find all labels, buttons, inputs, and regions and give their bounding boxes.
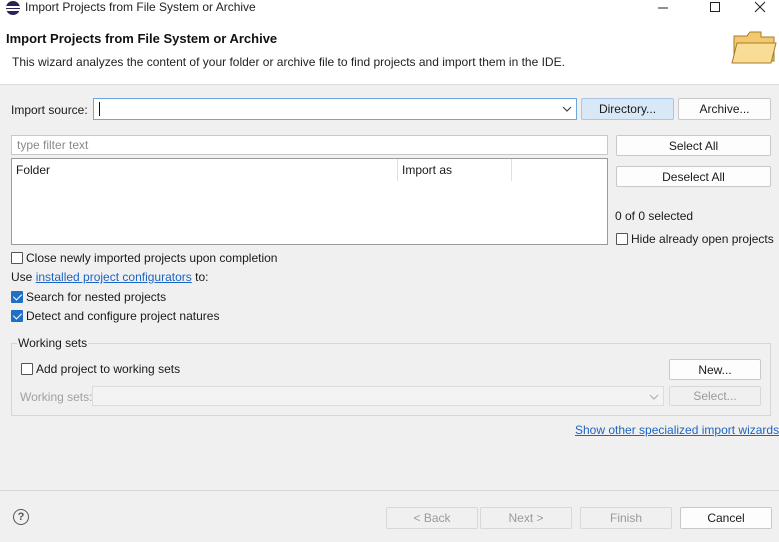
archive-button[interactable]: Archive...	[678, 98, 771, 120]
eclipse-icon	[6, 1, 20, 15]
close-button[interactable]	[737, 0, 779, 14]
wizard-header	[0, 16, 779, 85]
select-working-set-button[interactable]: Select...	[669, 386, 761, 406]
close-newly-checkbox[interactable]	[11, 252, 23, 264]
select-all-button[interactable]: Select All	[616, 135, 771, 156]
folder-icon	[731, 31, 777, 64]
column-header-folder[interactable]: Folder	[12, 159, 398, 181]
working-sets-label: Working sets:	[20, 390, 93, 404]
close-newly-label[interactable]: Close newly imported projects upon compl…	[26, 251, 277, 265]
directory-button[interactable]: Directory...	[581, 98, 674, 120]
working-sets-combo[interactable]	[92, 386, 664, 406]
use-prefix: Use	[11, 270, 36, 284]
minimize-button[interactable]	[640, 0, 686, 14]
search-nested-checkbox[interactable]	[11, 291, 23, 303]
hide-open-label[interactable]: Hide already open projects	[631, 232, 774, 246]
window-title: Import Projects from File System or Arch…	[25, 0, 256, 14]
page-description: This wizard analyzes the content of your…	[12, 55, 565, 69]
import-source-label: Import source:	[11, 103, 88, 117]
add-to-working-sets-label[interactable]: Add project to working sets	[36, 362, 180, 376]
detect-configure-checkbox[interactable]	[11, 310, 23, 322]
maximize-icon	[710, 2, 720, 12]
chevron-down-icon[interactable]	[562, 104, 572, 114]
configurators-line: Use installed project configurators to:	[11, 270, 208, 284]
configurators-link[interactable]: installed project configurators	[36, 270, 192, 284]
chevron-down-icon	[649, 394, 659, 400]
deselect-all-button[interactable]: Deselect All	[616, 166, 771, 187]
detect-configure-label[interactable]: Detect and configure project natures	[26, 309, 219, 323]
back-button[interactable]: < Back	[386, 507, 478, 529]
column-header-import-as[interactable]: Import as	[398, 159, 512, 181]
add-to-working-sets-checkbox[interactable]	[21, 363, 33, 375]
hide-open-checkbox[interactable]	[616, 233, 628, 245]
column-import-as-label: Import as	[402, 163, 453, 177]
maximize-button[interactable]	[692, 0, 738, 14]
selection-count: 0 of 0 selected	[615, 209, 694, 223]
filter-input[interactable]: type filter text	[11, 135, 608, 155]
help-icon[interactable]: ?	[13, 509, 29, 525]
finish-button[interactable]: Finish	[580, 507, 672, 529]
projects-table[interactable]: Folder Import as	[11, 158, 608, 245]
column-folder-label: Folder	[16, 163, 51, 177]
use-suffix: to:	[191, 270, 209, 284]
search-nested-label[interactable]: Search for nested projects	[26, 290, 166, 304]
text-cursor	[99, 102, 100, 116]
working-sets-title: Working sets	[17, 336, 89, 350]
specialized-wizards-link[interactable]: Show other specialized import wizards	[575, 423, 779, 437]
page-title: Import Projects from File System or Arch…	[6, 31, 278, 46]
minimize-icon	[658, 7, 668, 9]
import-source-combo[interactable]	[93, 98, 577, 120]
close-icon	[754, 1, 766, 13]
new-working-set-button[interactable]: New...	[669, 359, 761, 380]
filter-placeholder: type filter text	[17, 138, 89, 152]
next-button[interactable]: Next >	[480, 507, 572, 529]
cancel-button[interactable]: Cancel	[680, 507, 772, 529]
